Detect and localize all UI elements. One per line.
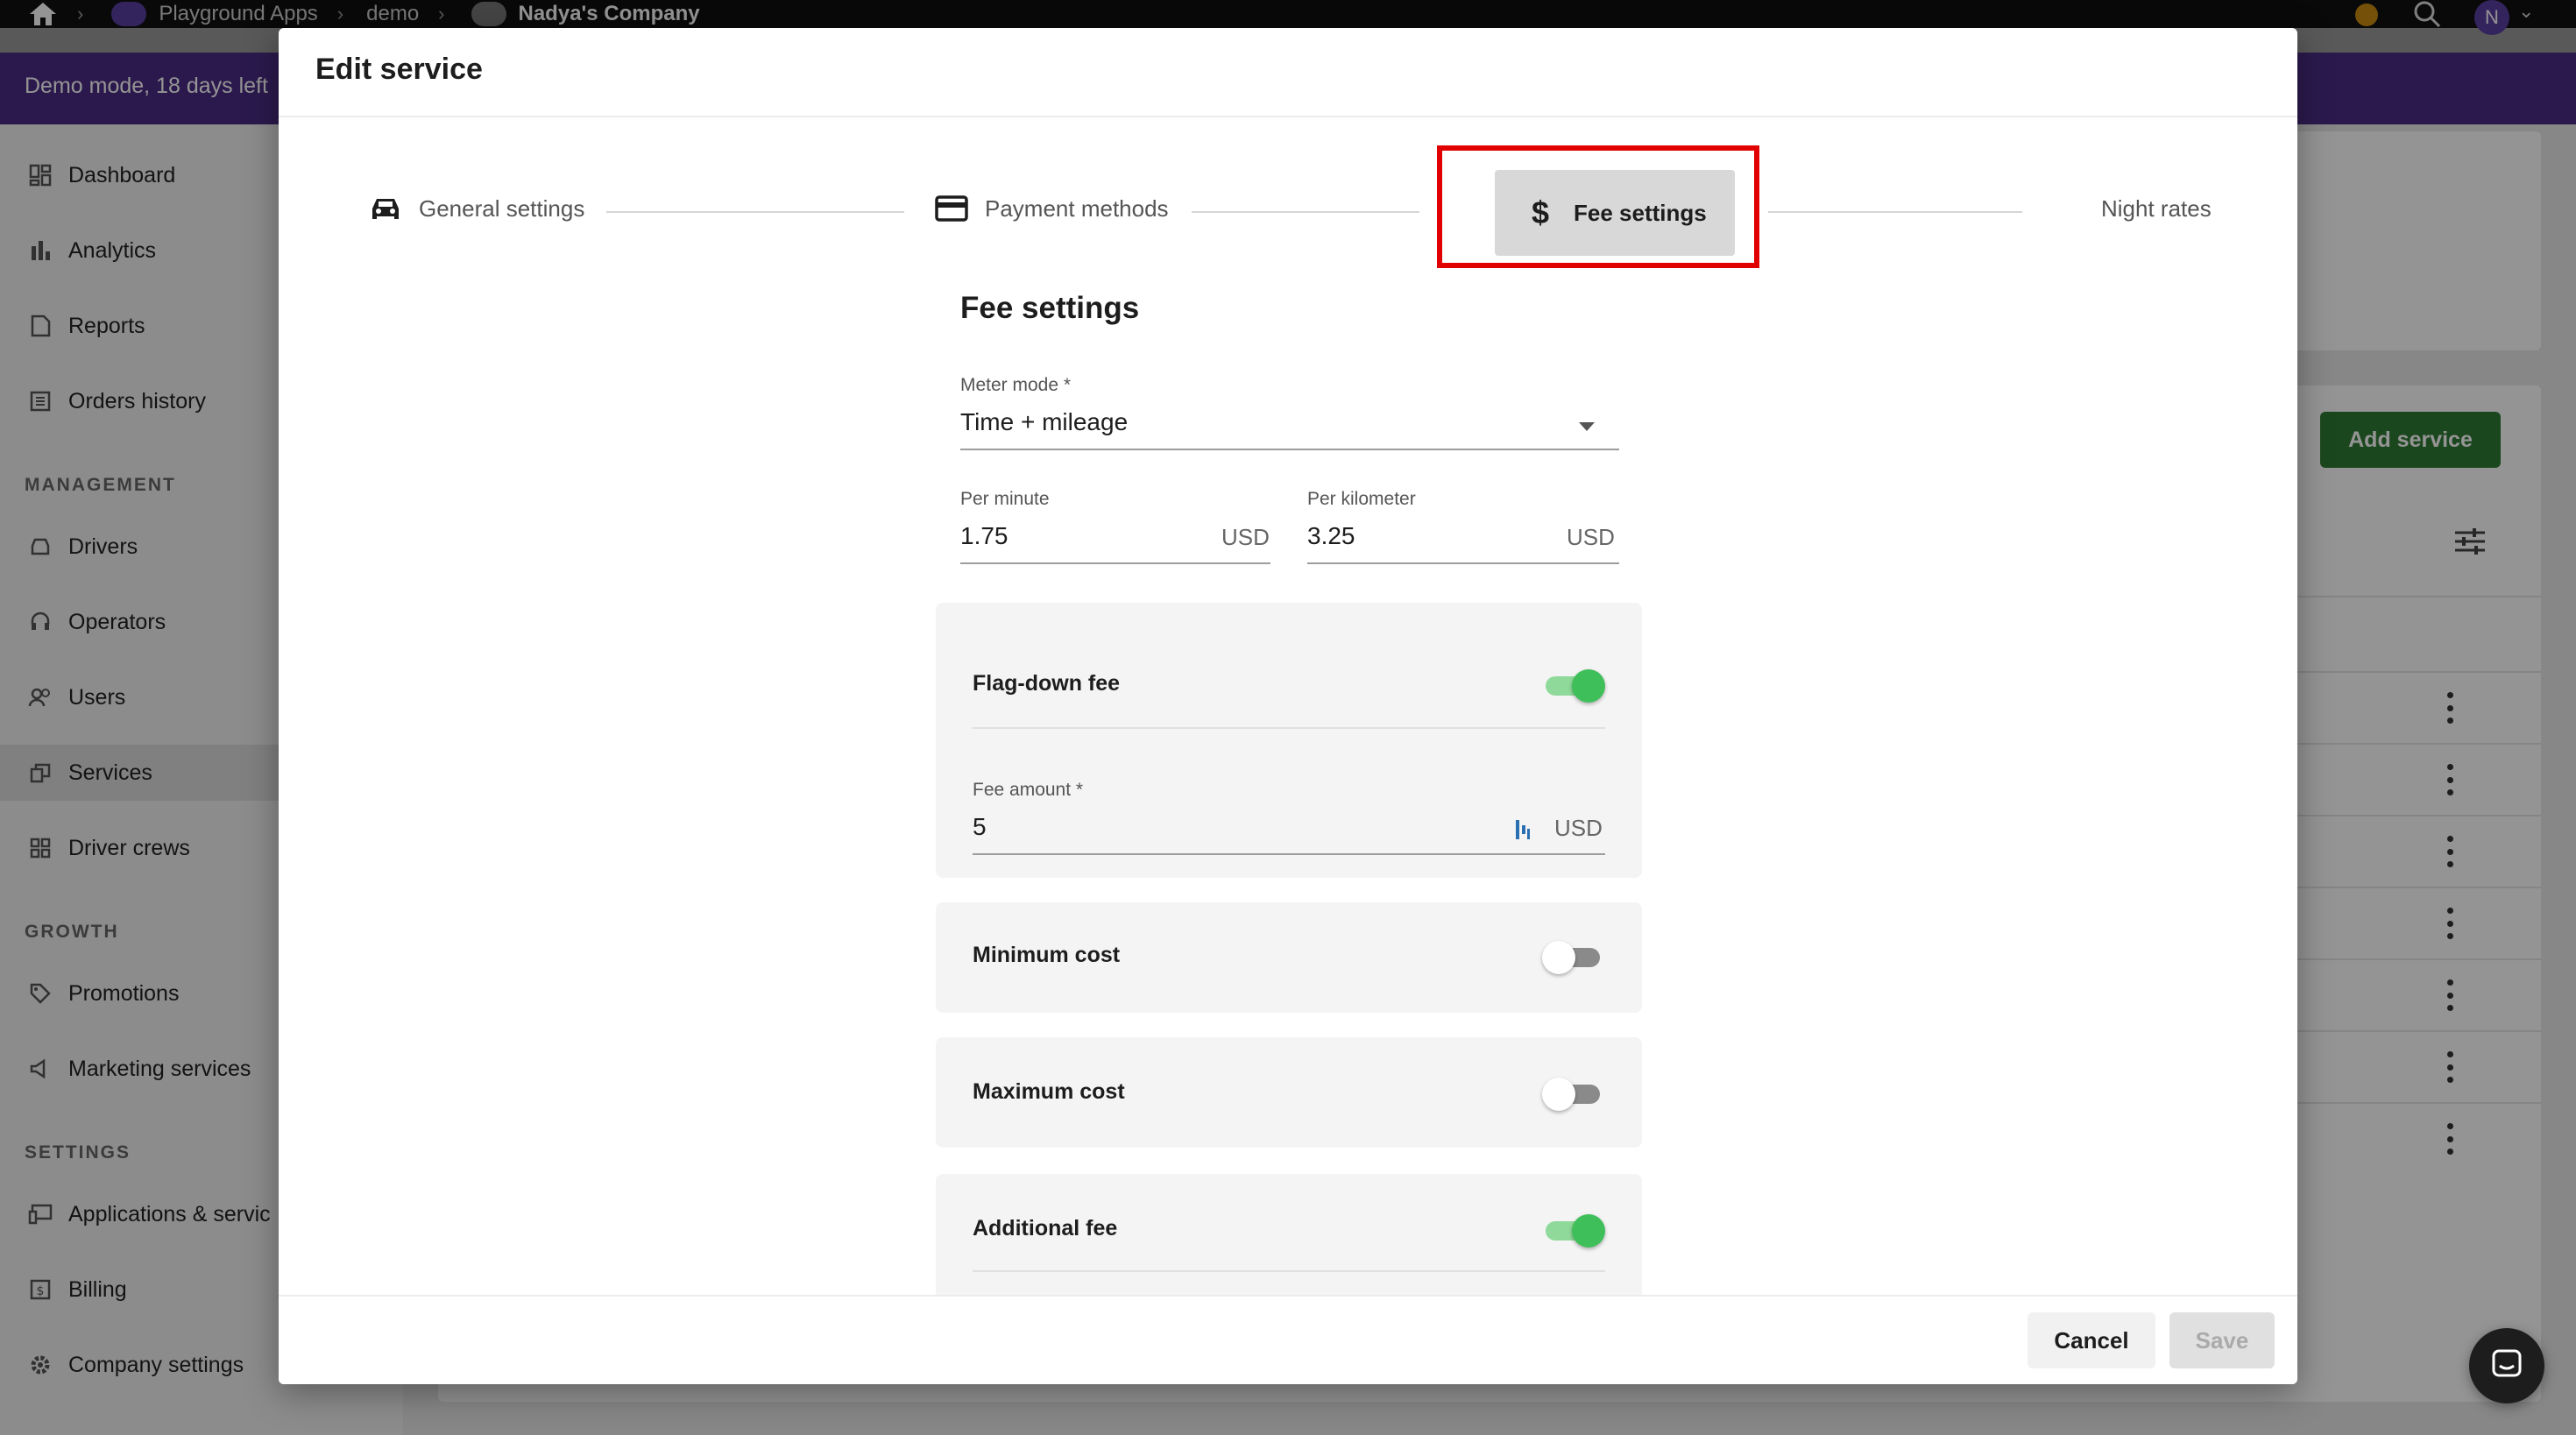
step-connector	[606, 211, 904, 213]
credit-card-icon	[934, 191, 969, 226]
car-icon	[368, 191, 403, 226]
cancel-button[interactable]: Cancel	[2028, 1312, 2155, 1368]
stepper: General settings Payment methods $ Fee s…	[279, 165, 2297, 261]
chat-launcher-button[interactable]	[2469, 1328, 2544, 1403]
step-night-rates[interactable]: Night rates	[2050, 191, 2212, 226]
section-title: Fee settings	[960, 291, 1140, 325]
annotation-highlight-box	[1437, 145, 1759, 268]
flag-down-fee-title: Flag-down fee	[973, 671, 1121, 696]
per-minute-unit: USD	[1221, 524, 1270, 550]
additional-fee-toggle[interactable]	[1542, 1212, 1605, 1248]
flag-down-fee-panel: Flag-down fee Fee amount * 5 USD	[936, 603, 1642, 878]
step-label: General settings	[419, 194, 585, 222]
meter-mode-label: Meter mode *	[960, 375, 1072, 395]
edit-service-dialog: Edit service General settings Payment me…	[279, 28, 2297, 1384]
additional-fee-title: Additional fee	[973, 1216, 1118, 1241]
dialog-title: Edit service	[315, 53, 483, 86]
chat-icon	[2489, 1347, 2524, 1386]
step-payment-methods[interactable]: Payment methods	[934, 191, 1169, 226]
step-connector	[1192, 211, 1419, 213]
minimum-cost-toggle[interactable]	[1542, 939, 1603, 974]
meter-mode-select[interactable]: Time + mileage	[960, 408, 1128, 436]
minimum-cost-panel: Minimum cost	[936, 902, 1642, 1013]
step-general-settings[interactable]: General settings	[368, 191, 584, 226]
dialog-header: Edit service	[279, 28, 2297, 117]
per-minute-label: Per minute	[960, 489, 1050, 509]
maximum-cost-toggle[interactable]	[1542, 1076, 1603, 1111]
maximum-cost-title: Maximum cost	[973, 1079, 1125, 1104]
maximum-cost-panel: Maximum cost	[936, 1037, 1642, 1148]
fee-amount-unit: USD	[1554, 815, 1603, 841]
per-kilometer-unit: USD	[1567, 524, 1615, 550]
panel-divider	[973, 727, 1605, 729]
per-kilometer-input[interactable]: 3.25	[1307, 522, 1355, 550]
chevron-down-icon[interactable]	[1579, 422, 1595, 431]
per-minute-input[interactable]: 1.75	[960, 522, 1008, 550]
dialog-footer: Cancel Save	[279, 1295, 2297, 1384]
panel-divider	[973, 1270, 1605, 1272]
fee-amount-input[interactable]: 5	[973, 813, 987, 841]
meter-mode-underline	[960, 449, 1619, 450]
per-kilometer-label: Per kilometer	[1307, 489, 1416, 509]
step-label: Payment methods	[985, 194, 1169, 222]
step-label: Night rates	[2101, 194, 2212, 222]
password-manager-icon[interactable]	[1514, 818, 1532, 845]
flag-down-fee-toggle[interactable]	[1542, 668, 1605, 703]
save-button[interactable]: Save	[2169, 1312, 2275, 1368]
fee-amount-label: Fee amount *	[973, 780, 1084, 800]
minimum-cost-title: Minimum cost	[973, 943, 1121, 967]
per-kilometer-underline	[1307, 562, 1619, 564]
step-connector	[1768, 211, 2022, 213]
moon-icon	[2050, 191, 2085, 226]
fee-amount-underline	[973, 853, 1605, 855]
per-minute-underline	[960, 562, 1270, 564]
